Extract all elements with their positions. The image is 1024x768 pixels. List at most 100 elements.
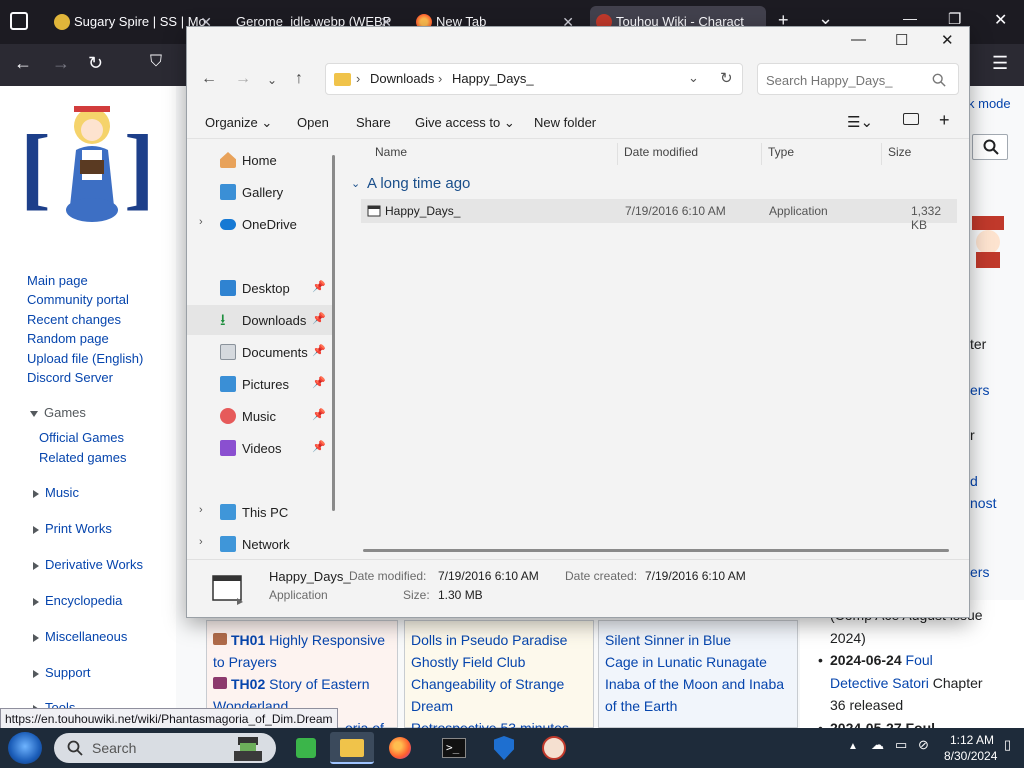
text-fragment[interactable]: d <box>970 473 978 489</box>
chevron-right-icon[interactable]: › <box>199 504 203 516</box>
nav-item-gallery[interactable]: Gallery <box>187 177 335 207</box>
nav-item-downloads[interactable]: ⭳ Downloads 📌 <box>187 305 335 335</box>
file-row[interactable]: Happy_Days_ 7/19/2016 6:10 AM Applicatio… <box>361 199 957 232</box>
share-button[interactable]: Share <box>356 115 391 130</box>
add-icon[interactable]: + <box>939 110 950 131</box>
nav-item-home[interactable]: Home <box>187 145 335 175</box>
column-header-size[interactable]: Size <box>888 145 911 159</box>
taskbar-app-terminal[interactable]: >_ <box>432 732 476 764</box>
sidebar-section-support[interactable]: Support <box>33 665 91 680</box>
nav-item-videos[interactable]: Videos 📌 <box>187 433 335 463</box>
reload-icon[interactable]: ↻ <box>88 53 103 74</box>
explorer-search-input[interactable] <box>766 70 926 90</box>
taskbar-clock[interactable]: 1:12 AM 8/30/2024 <box>944 732 997 764</box>
give-access-button[interactable]: Give access to ⌄ <box>415 115 515 131</box>
chevron-right-icon[interactable]: › <box>199 216 203 228</box>
sidebar-section-derivative-works[interactable]: Derivative Works <box>33 557 143 572</box>
game-link[interactable]: of the Earth <box>605 695 791 717</box>
address-history-chevron-icon[interactable]: ⌄ <box>688 70 699 86</box>
taskbar-search[interactable]: Search <box>54 733 276 763</box>
explorer-minimize-button[interactable]: — <box>851 31 866 48</box>
new-folder-button[interactable]: New folder <box>534 115 596 130</box>
sidebar-link-recent-changes[interactable]: Recent changes <box>27 312 121 327</box>
nav-item-pictures[interactable]: Pictures 📌 <box>187 369 335 399</box>
game-link[interactable]: Ghostly Field Club <box>411 651 587 673</box>
game-link[interactable]: Dream <box>411 695 587 717</box>
sidebar-link-related-games[interactable]: Related games <box>39 450 126 465</box>
explorer-search-box[interactable] <box>757 63 959 95</box>
preview-pane-icon[interactable] <box>903 113 919 128</box>
forward-arrow-icon[interactable]: → <box>52 53 70 74</box>
game-link[interactable]: Dolls in Pseudo Paradise <box>411 629 587 651</box>
game-link[interactable]: Highly Responsive <box>269 632 385 648</box>
nav-item-documents[interactable]: Documents 📌 <box>187 337 335 367</box>
taskbar-app-character[interactable] <box>532 732 576 764</box>
sidebar-link-discord[interactable]: Discord Server <box>27 370 113 385</box>
game-link[interactable]: Silent Sinner in Blue <box>605 629 791 651</box>
address-bar[interactable]: › Downloads › Happy_Days_ ⌄ ↻ <box>325 63 743 95</box>
sidebar-section-encyclopedia[interactable]: Encyclopedia <box>33 593 122 608</box>
cloud-icon[interactable]: ☁ <box>871 737 884 753</box>
sidebar-link-community-portal[interactable]: Community portal <box>27 292 129 307</box>
forward-arrow-icon[interactable]: → <box>235 70 251 88</box>
game-link[interactable]: Story of Eastern <box>269 676 369 692</box>
nav-item-desktop[interactable]: Desktop 📌 <box>187 273 335 303</box>
nav-item-music[interactable]: Music 📌 <box>187 401 335 431</box>
wiki-logo[interactable]: [ ] <box>20 96 160 236</box>
text-fragment[interactable]: ers <box>970 382 989 398</box>
column-header-name[interactable]: Name <box>375 145 407 159</box>
text-fragment[interactable]: nost <box>970 495 996 511</box>
tray-overflow-icon[interactable]: ▲ <box>848 741 858 752</box>
view-options-icon[interactable]: ☰⌄ <box>847 113 873 131</box>
file-list-scrollbar[interactable] <box>363 549 949 552</box>
sidebar-link-official-games[interactable]: Official Games <box>39 430 124 445</box>
wiki-search-button[interactable] <box>972 134 1008 160</box>
pin-icon[interactable]: 📌 <box>312 312 326 325</box>
start-button[interactable] <box>8 732 42 764</box>
taskbar-app-defender[interactable] <box>482 732 526 764</box>
chevron-down-icon[interactable]: ⌄ <box>351 177 360 190</box>
sidebar-section-music[interactable]: Music <box>33 485 79 500</box>
frankenstein-widget-icon[interactable] <box>230 735 266 761</box>
game-link[interactable]: Inaba of the Moon and Inaba <box>605 673 791 695</box>
pin-icon[interactable]: 📌 <box>312 280 326 293</box>
breadcrumb-happy-days[interactable]: Happy_Days_ <box>452 71 534 86</box>
breadcrumb-downloads[interactable]: Downloads <box>370 71 434 86</box>
taskbar-app-file-explorer[interactable] <box>330 732 374 764</box>
pin-icon[interactable]: 📌 <box>312 408 326 421</box>
notification-icon[interactable]: ▯ <box>1004 737 1011 753</box>
tab-overview-icon[interactable] <box>10 12 28 30</box>
column-header-date-modified[interactable]: Date modified <box>624 145 698 159</box>
network-off-icon[interactable]: ⊘ <box>918 737 929 753</box>
organize-button[interactable]: Organize ⌄ <box>205 115 272 131</box>
pin-icon[interactable]: 📌 <box>312 344 326 357</box>
refresh-icon[interactable]: ↻ <box>720 69 733 87</box>
display-icon[interactable]: ▭ <box>895 737 907 753</box>
taskbar-app-firefox[interactable] <box>378 732 422 764</box>
reimu-image[interactable] <box>968 212 1008 270</box>
sidebar-section-miscellaneous[interactable]: Miscellaneous <box>33 629 127 644</box>
group-header[interactable]: A long time ago <box>367 175 470 192</box>
back-arrow-icon[interactable]: ← <box>14 53 32 74</box>
sidebar-section-games[interactable]: Games <box>30 405 86 420</box>
explorer-maximize-button[interactable]: ☐ <box>895 31 908 49</box>
dark-mode-link[interactable]: k mode <box>968 96 1011 111</box>
taskbar-app-green[interactable] <box>284 732 328 764</box>
recent-locations-chevron-icon[interactable]: ⌄ <box>267 73 277 87</box>
text-fragment[interactable]: ers <box>970 564 989 580</box>
game-link[interactable]: Cage in Lunatic Runagate <box>605 651 791 673</box>
browser-close-button[interactable]: ✕ <box>994 10 1007 30</box>
nav-pane-scrollbar[interactable] <box>332 155 335 511</box>
open-button[interactable]: Open <box>297 115 329 130</box>
game-link[interactable]: Changeability of Strange <box>411 673 587 695</box>
nav-item-onedrive[interactable]: › OneDrive <box>187 209 335 239</box>
game-link[interactable]: to Prayers <box>213 651 391 673</box>
menu-icon[interactable]: ☰ <box>992 53 1008 74</box>
pin-icon[interactable]: 📌 <box>312 376 326 389</box>
nav-item-this-pc[interactable]: › This PC <box>187 497 335 527</box>
column-header-type[interactable]: Type <box>768 145 794 159</box>
back-arrow-icon[interactable]: ← <box>201 70 217 88</box>
sidebar-link-random-page[interactable]: Random page <box>27 331 109 346</box>
explorer-titlebar[interactable]: — ☐ ✕ <box>187 27 969 57</box>
nav-item-network[interactable]: › Network <box>187 529 335 559</box>
